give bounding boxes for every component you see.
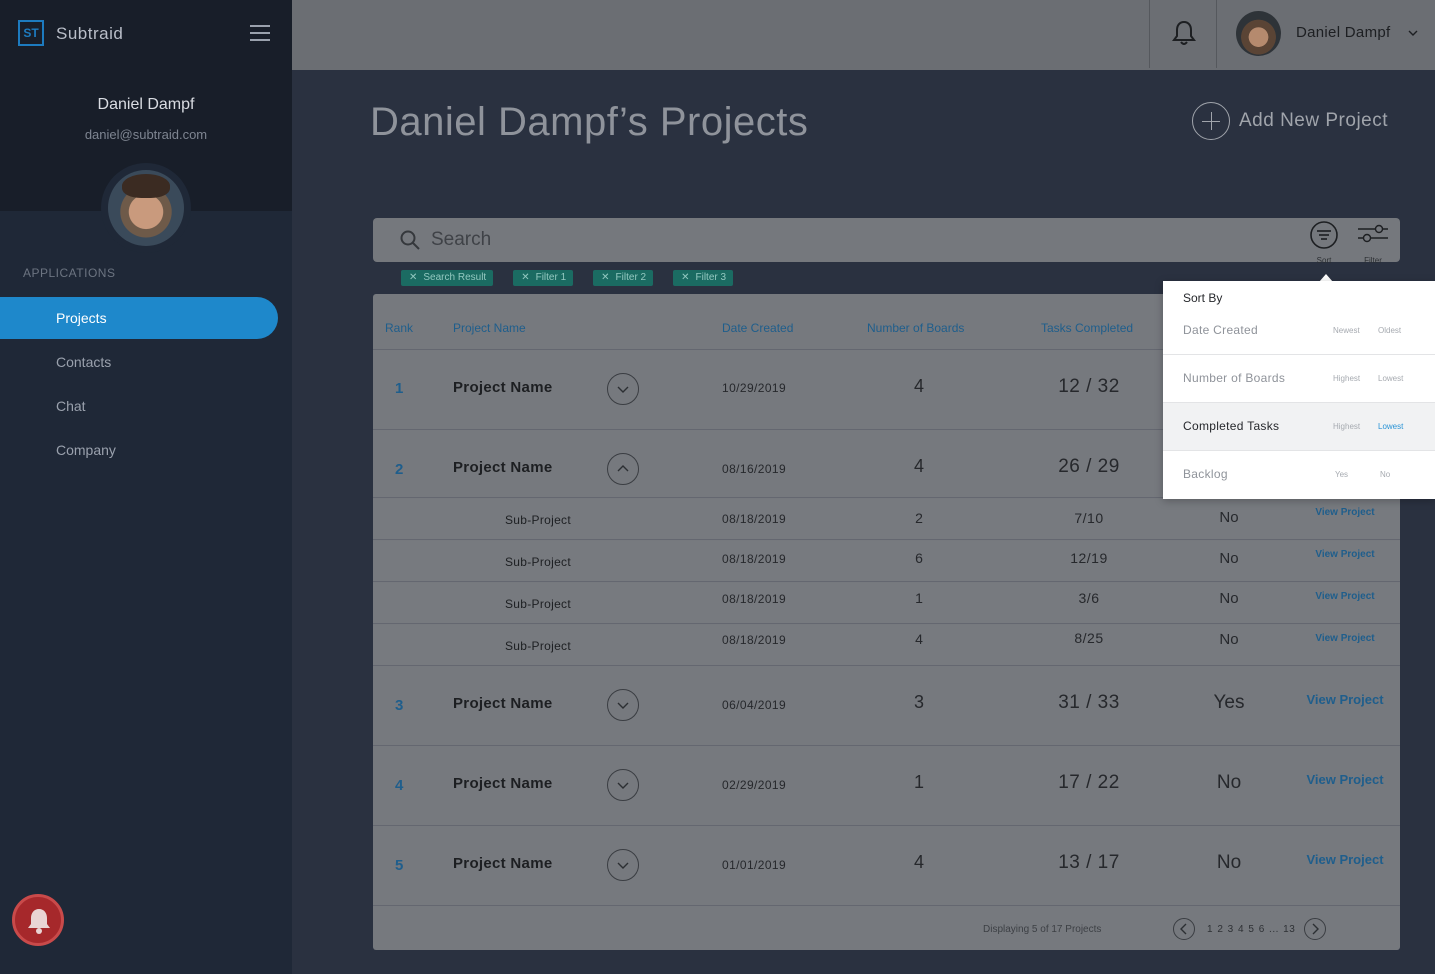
sort-newest[interactable]: Newest: [1333, 326, 1360, 335]
sidebar-item-projects[interactable]: Projects: [0, 297, 278, 339]
view-project-link[interactable]: View Project: [1303, 693, 1387, 706]
add-new-project-button[interactable]: Add New Project: [1192, 101, 1388, 141]
sidebar-item-chat[interactable]: Chat: [0, 385, 278, 427]
results-count: Displaying 5 of 17 Projects: [983, 924, 1102, 935]
menu-icon[interactable]: [250, 25, 270, 41]
chevron-down-icon: [617, 782, 629, 789]
sort-menu: Sort By Date Created Newest Oldest Numbe…: [1163, 281, 1435, 499]
chevron-down-icon: [617, 386, 629, 393]
sidebar-user-name: Daniel Dampf: [97, 96, 195, 113]
chip-search-result[interactable]: ✕ Search Result: [401, 270, 494, 286]
sub-project-row[interactable]: Sub-Project 08/18/2019 6 12/19 No View P…: [373, 541, 1400, 582]
sort-lowest[interactable]: Lowest: [1378, 374, 1403, 383]
applications-section-label: APPLICATIONS: [23, 266, 116, 280]
sort-option-date-created[interactable]: Date Created Newest Oldest: [1163, 307, 1435, 355]
sort-option-backlog[interactable]: Backlog Yes No: [1163, 450, 1435, 498]
sidebar-item-company[interactable]: Company: [0, 429, 278, 471]
view-project-link[interactable]: View Project: [1303, 508, 1387, 518]
chevron-up-icon: [617, 465, 629, 472]
chevron-left-icon[interactable]: [1173, 918, 1195, 940]
sub-project-row[interactable]: Sub-Project 08/18/2019 4 8/25 No View Pr…: [373, 625, 1400, 666]
header-date-created[interactable]: Date Created: [722, 321, 793, 335]
collapse-toggle[interactable]: [607, 453, 639, 485]
page-title: Daniel Dampf’s Projects: [370, 100, 809, 144]
filter-button[interactable]: Filter: [1357, 220, 1389, 265]
close-icon[interactable]: ✕: [681, 272, 689, 283]
pagination: 1 2 3 4 5 6 ... 13: [1173, 918, 1327, 940]
header-avatar[interactable]: [1236, 11, 1281, 56]
chip-filter-1[interactable]: ✕ Filter 1: [513, 270, 574, 286]
filter-icon: [1358, 224, 1388, 243]
search-bar: Sort Filter: [373, 218, 1400, 265]
close-icon[interactable]: ✕: [409, 272, 417, 283]
header-project-name[interactable]: Project Name: [453, 321, 526, 335]
sort-lowest[interactable]: Lowest: [1378, 422, 1403, 431]
chevron-right-icon[interactable]: [1304, 918, 1327, 940]
close-icon[interactable]: ✕: [601, 272, 609, 283]
bell-icon: [28, 909, 50, 934]
header-tasks-completed[interactable]: Tasks Completed: [1041, 321, 1133, 335]
sort-highest[interactable]: Highest: [1333, 422, 1360, 431]
sort-menu-title: Sort By: [1183, 291, 1223, 305]
sort-icon: [1310, 221, 1338, 249]
sort-highest[interactable]: Highest: [1333, 374, 1360, 383]
bell-icon[interactable]: [1171, 19, 1197, 47]
expand-toggle[interactable]: [607, 769, 639, 801]
view-project-link[interactable]: View Project: [1303, 634, 1387, 644]
sort-oldest[interactable]: Oldest: [1378, 326, 1401, 335]
expand-toggle[interactable]: [607, 849, 639, 881]
plus-icon: [1192, 102, 1230, 140]
sidebar-avatar[interactable]: [101, 163, 191, 253]
close-icon[interactable]: ✕: [521, 272, 529, 283]
header-number-of-boards[interactable]: Number of Boards: [867, 321, 964, 335]
sort-no[interactable]: No: [1380, 470, 1390, 479]
chip-filter-3[interactable]: ✕ Filter 3: [673, 270, 734, 286]
chevron-down-icon: [617, 862, 629, 869]
view-project-link[interactable]: View Project: [1303, 853, 1387, 866]
view-project-link[interactable]: View Project: [1303, 592, 1387, 602]
sub-project-row[interactable]: Sub-Project 08/18/2019 2 7/10 No View Pr…: [373, 499, 1400, 540]
expand-toggle[interactable]: [607, 689, 639, 721]
sub-project-row[interactable]: Sub-Project 08/18/2019 1 3/6 No View Pro…: [373, 583, 1400, 624]
page-numbers[interactable]: 1 2 3 4 5 6 ... 13: [1207, 924, 1295, 935]
view-project-link[interactable]: View Project: [1303, 550, 1387, 560]
notification-button[interactable]: [12, 894, 64, 946]
sidebar-item-contacts[interactable]: Contacts: [0, 341, 278, 383]
filter-label: Filter: [1364, 256, 1382, 265]
sidebar-user-email: daniel@subtraid.com: [84, 127, 208, 142]
chevron-down-icon: [617, 702, 629, 709]
table-row[interactable]: 5 Project Name 01/01/2019 4 13 / 17 No V…: [373, 827, 1400, 906]
header-user-name[interactable]: Daniel Dampf: [1296, 24, 1390, 41]
sort-option-completed-tasks[interactable]: Completed Tasks Highest Lowest: [1163, 402, 1435, 450]
sidebar: ST Subtraid Daniel Dampf daniel@subtraid…: [0, 0, 292, 974]
expand-toggle[interactable]: [607, 373, 639, 405]
sort-option-number-of-boards[interactable]: Number of Boards Highest Lowest: [1163, 354, 1435, 402]
add-new-project-label: Add New Project: [1239, 110, 1389, 131]
chevron-down-icon[interactable]: [1408, 28, 1418, 38]
sort-label: Sort: [1316, 256, 1332, 265]
logo-icon[interactable]: ST: [18, 20, 44, 46]
search-input[interactable]: [431, 226, 1291, 254]
table-row[interactable]: 4 Project Name 02/29/2019 1 17 / 22 No V…: [373, 747, 1400, 826]
table-row[interactable]: 3 Project Name 06/04/2019 3 31 / 33 Yes …: [373, 667, 1400, 746]
search-icon: [400, 230, 420, 250]
chip-filter-2[interactable]: ✕ Filter 2: [593, 270, 654, 286]
app-name[interactable]: Subtraid: [56, 24, 123, 44]
view-project-link[interactable]: View Project: [1303, 773, 1387, 786]
sort-button[interactable]: Sort: [1309, 220, 1339, 265]
sort-yes[interactable]: Yes: [1335, 470, 1348, 479]
filter-chips: ✕ Search Result ✕ Filter 1 ✕ Filter 2 ✕ Filt…: [401, 270, 753, 286]
header-rank[interactable]: Rank: [385, 321, 413, 335]
